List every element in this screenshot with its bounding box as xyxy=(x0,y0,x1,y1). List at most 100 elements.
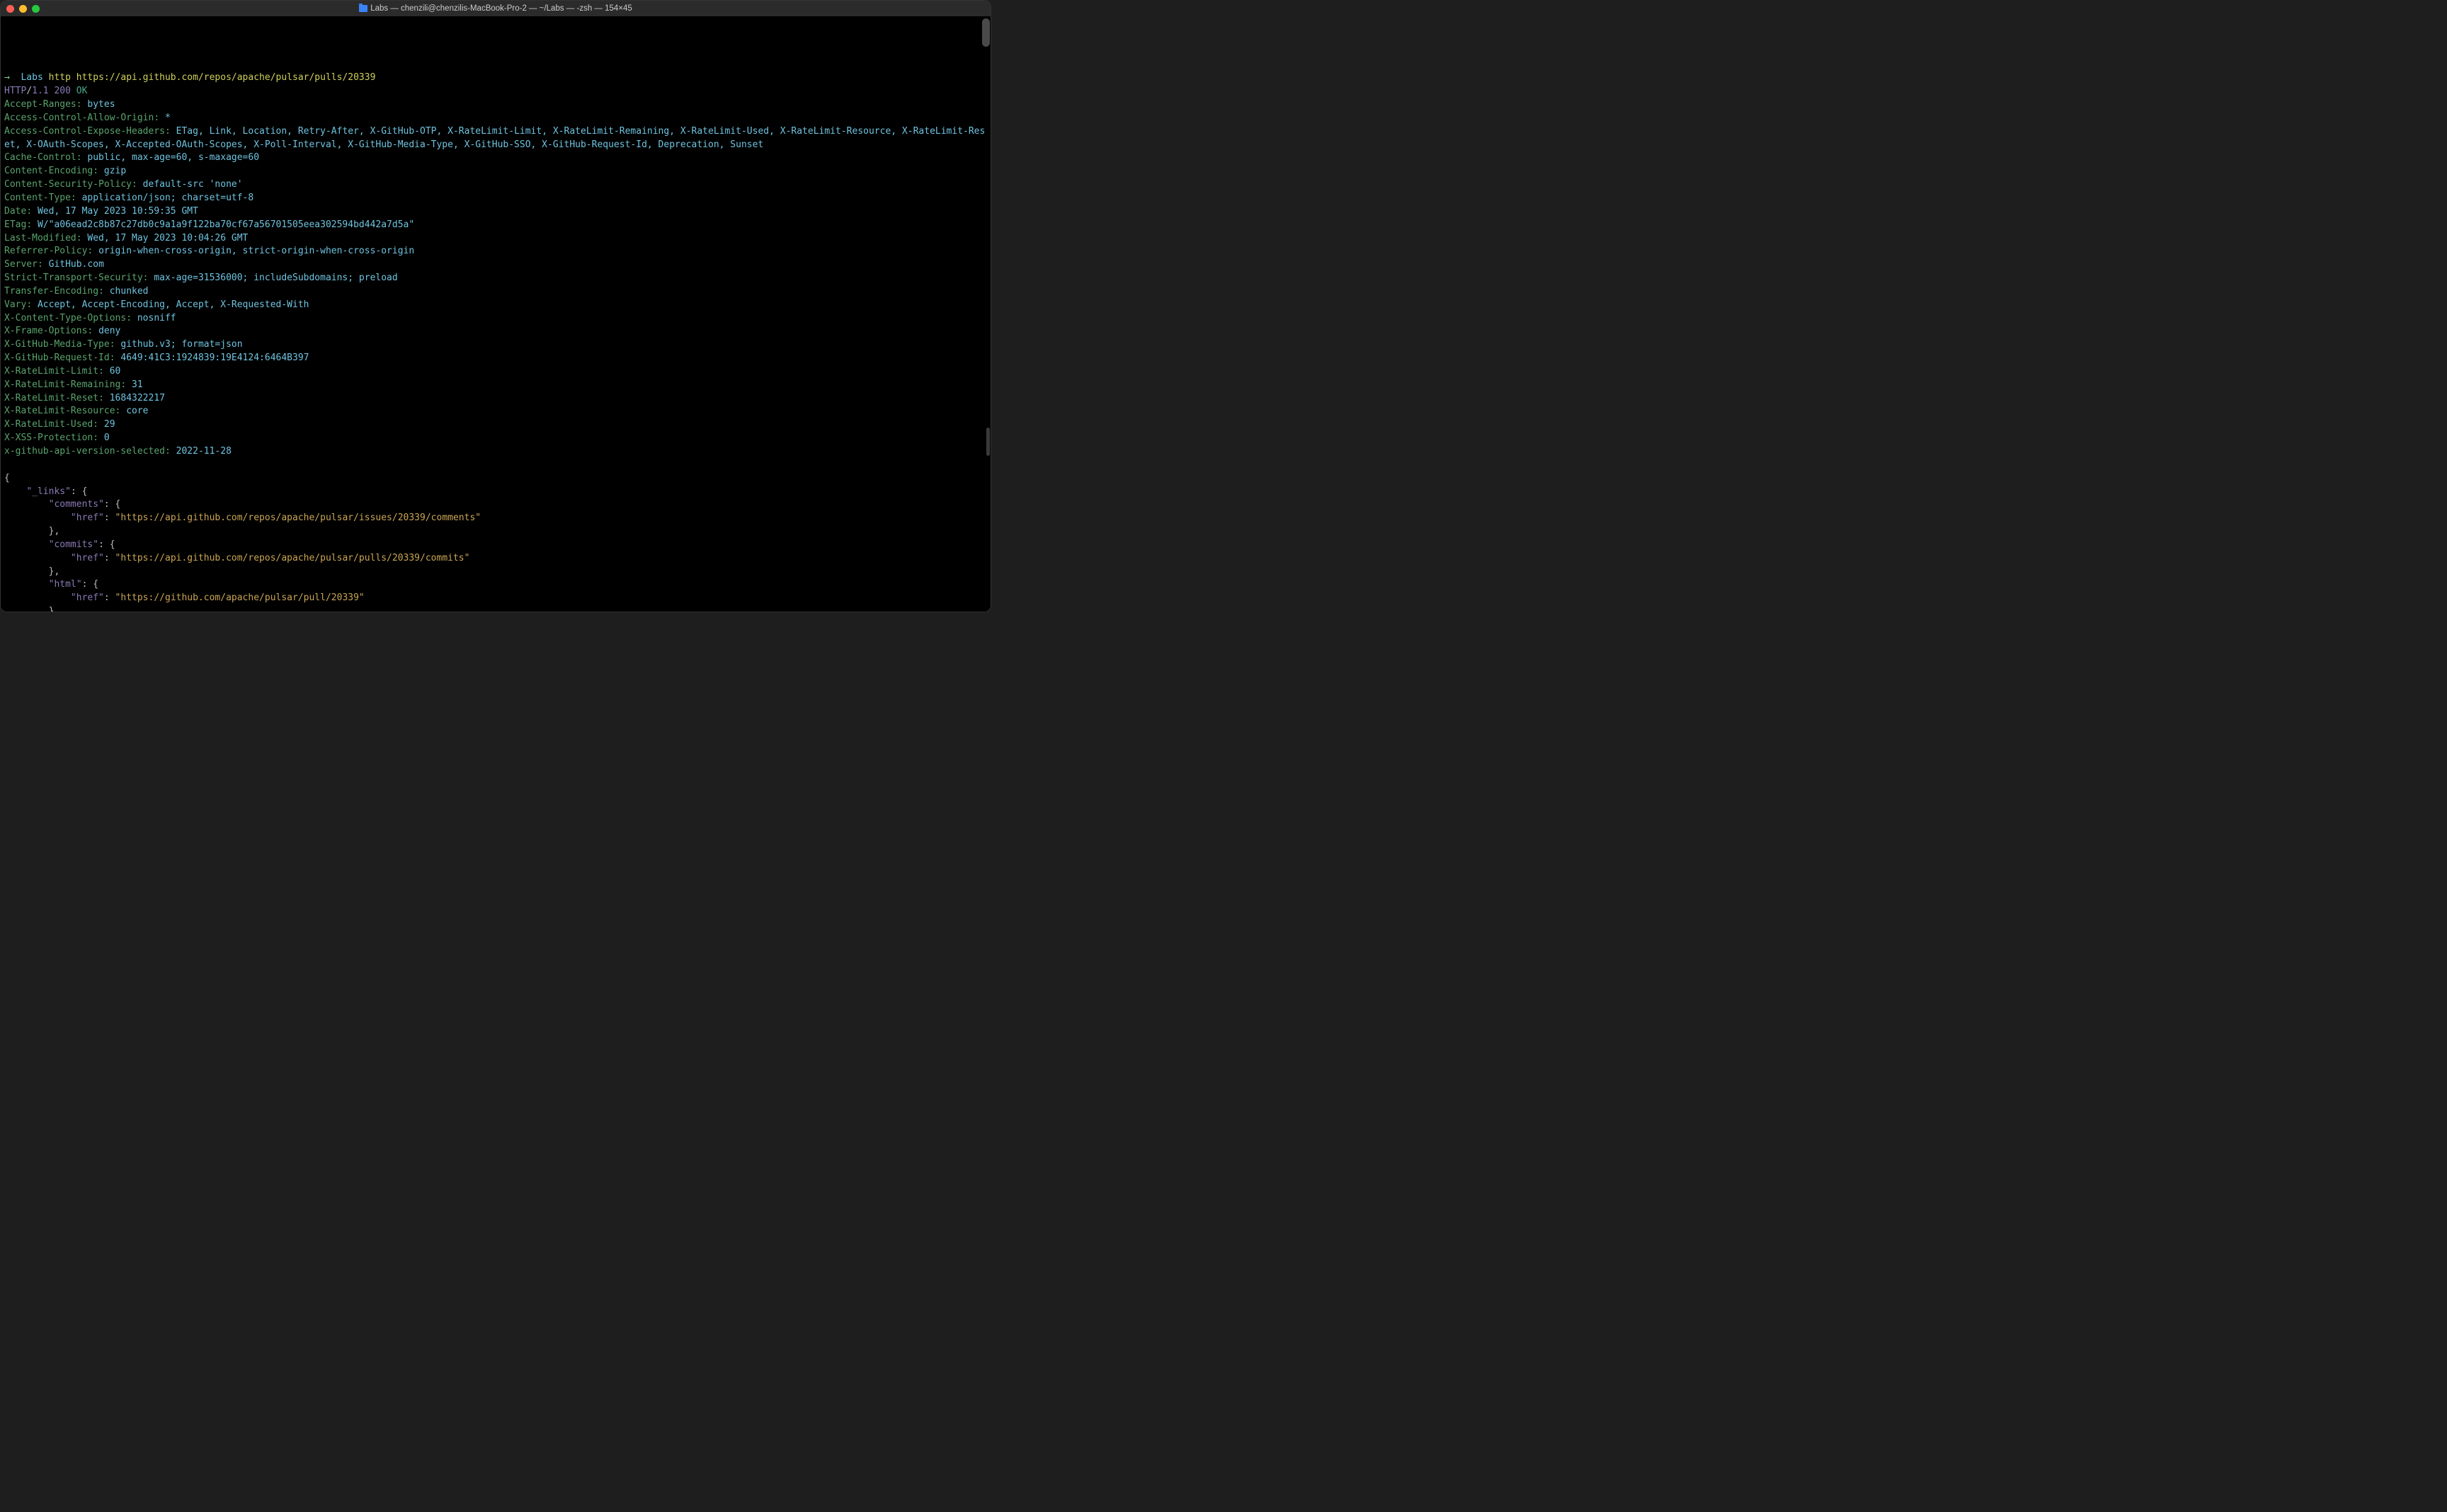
scrollbar-thumb-secondary[interactable] xyxy=(986,428,990,456)
header-line: Accept-Ranges: bytes xyxy=(4,98,988,112)
header-key: X-Frame-Options xyxy=(4,326,87,336)
header-line: Content-Encoding: gzip xyxy=(4,165,988,178)
header-value: gzip xyxy=(104,166,126,176)
header-value: GitHub.com xyxy=(49,259,104,270)
header-key: Content-Type xyxy=(4,193,71,203)
header-key: X-RateLimit-Resource xyxy=(4,406,115,416)
header-line: Referrer-Policy: origin-when-cross-origi… xyxy=(4,245,988,258)
json-key: "commits" xyxy=(49,539,98,550)
blank-line xyxy=(4,459,988,472)
header-value: nosniff xyxy=(137,313,176,323)
scrollbar-thumb[interactable] xyxy=(982,18,990,47)
header-line: Server: GitHub.com xyxy=(4,258,988,272)
header-value: bytes xyxy=(87,99,115,110)
json-line: }, xyxy=(4,525,988,539)
status-text: OK xyxy=(76,86,88,96)
header-line: X-RateLimit-Used: 29 xyxy=(4,418,988,432)
header-key: X-RateLimit-Reset xyxy=(4,393,98,403)
header-key: Strict-Transport-Security xyxy=(4,273,143,283)
header-value: 31 xyxy=(132,379,143,390)
header-value: core xyxy=(126,406,148,416)
prompt-line: → Labs http https://api.github.com/repos… xyxy=(4,71,988,85)
header-key: Content-Encoding xyxy=(4,166,93,176)
json-string-href: "https://api.github.com/repos/apache/pul… xyxy=(115,553,470,563)
header-line: Transfer-Encoding: chunked xyxy=(4,285,988,299)
header-key: Date xyxy=(4,206,26,217)
header-line: Last-Modified: Wed, 17 May 2023 10:04:26… xyxy=(4,232,988,246)
header-key: x-github-api-version-selected xyxy=(4,446,165,457)
json-key-href: "href" xyxy=(71,512,104,523)
header-key: X-Content-Type-Options xyxy=(4,313,126,323)
terminal-window: Labs — chenzili@chenzilis-MacBook-Pro-2 … xyxy=(0,0,991,612)
header-value: chunked xyxy=(110,286,149,297)
header-line: Cache-Control: public, max-age=60, s-max… xyxy=(4,151,988,165)
header-value: 0 xyxy=(104,433,110,443)
header-line: x-github-api-version-selected: 2022-11-2… xyxy=(4,445,988,459)
window-titlebar[interactable]: Labs — chenzili@chenzilis-MacBook-Pro-2 … xyxy=(1,1,991,16)
json-line: "href": "https://api.github.com/repos/ap… xyxy=(4,552,988,566)
header-key: Access-Control-Expose-Headers xyxy=(4,126,165,137)
maximize-button[interactable] xyxy=(32,5,40,13)
header-value: 1684322217 xyxy=(110,393,165,403)
header-value: Accept, Accept-Encoding, Accept, X-Reque… xyxy=(38,299,309,310)
header-value: 2022-11-28 xyxy=(176,446,232,457)
header-value: max-age=31536000; includeSubdomains; pre… xyxy=(154,273,397,283)
json-line: "href": "https://api.github.com/repos/ap… xyxy=(4,512,988,525)
header-line: X-RateLimit-Remaining: 31 xyxy=(4,379,988,392)
json-key-links: "_links" xyxy=(26,486,71,497)
json-line: "comments": { xyxy=(4,498,988,512)
header-key: Transfer-Encoding xyxy=(4,286,98,297)
json-key-href: "href" xyxy=(71,553,104,563)
header-key: X-GitHub-Media-Type xyxy=(4,339,110,350)
header-value: 4649:41C3:1924839:19E4124:6464B397 xyxy=(120,353,309,363)
header-key: X-GitHub-Request-Id xyxy=(4,353,110,363)
header-value: application/json; charset=utf-8 xyxy=(82,193,254,203)
header-value: deny xyxy=(98,326,120,336)
header-line: ETag: W/"a06ead2c8b87c27db0c9a1a9f122ba7… xyxy=(4,219,988,232)
header-value: github.v3; format=json xyxy=(120,339,242,350)
header-value: W/"a06ead2c8b87c27db0c9a1a9f122ba70cf67a… xyxy=(38,219,414,230)
header-value: Wed, 17 May 2023 10:59:35 GMT xyxy=(38,206,198,217)
header-value: Wed, 17 May 2023 10:04:26 GMT xyxy=(87,233,248,244)
header-key: Server xyxy=(4,259,38,270)
header-key: Content-Security-Policy xyxy=(4,179,132,190)
header-value: 29 xyxy=(104,419,115,430)
json-string-href: "https://github.com/apache/pulsar/pull/2… xyxy=(115,592,365,603)
header-line: Access-Control-Allow-Origin: * xyxy=(4,112,988,125)
header-key: Access-Control-Allow-Origin xyxy=(4,113,154,123)
header-value: public, max-age=60, s-maxage=60 xyxy=(87,152,259,163)
header-key: X-RateLimit-Used xyxy=(4,419,93,430)
header-key: X-XSS-Protection xyxy=(4,433,93,443)
header-line: Date: Wed, 17 May 2023 10:59:35 GMT xyxy=(4,205,988,219)
window-title: Labs — chenzili@chenzilis-MacBook-Pro-2 … xyxy=(1,3,991,15)
status-proto: HTTP xyxy=(4,86,26,96)
traffic-lights xyxy=(6,5,40,13)
json-line: }, xyxy=(4,605,988,612)
json-line: "html": { xyxy=(4,578,988,592)
header-key: Vary xyxy=(4,299,26,310)
header-line: Content-Security-Policy: default-src 'no… xyxy=(4,178,988,192)
terminal-body[interactable]: → Labs http https://api.github.com/repos… xyxy=(1,16,991,612)
header-key: X-RateLimit-Limit xyxy=(4,366,98,377)
prompt-arrow: → xyxy=(4,72,21,83)
header-key: Last-Modified xyxy=(4,233,76,244)
header-line: X-Content-Type-Options: nosniff xyxy=(4,312,988,326)
prompt-command: http https://api.github.com/repos/apache… xyxy=(49,72,376,83)
header-value: * xyxy=(165,113,171,123)
header-line: X-RateLimit-Reset: 1684322217 xyxy=(4,392,988,406)
json-open-brace: { xyxy=(4,473,10,483)
header-value: 60 xyxy=(110,366,121,377)
json-line: "_links": { xyxy=(4,486,988,499)
header-line: Content-Type: application/json; charset=… xyxy=(4,192,988,205)
header-key: Cache-Control xyxy=(4,152,76,163)
status-code: 200 xyxy=(54,86,76,96)
header-line: Access-Control-Expose-Headers: ETag, Lin… xyxy=(4,125,988,152)
header-line: X-RateLimit-Resource: core xyxy=(4,405,988,418)
header-line: Strict-Transport-Security: max-age=31536… xyxy=(4,272,988,285)
close-button[interactable] xyxy=(6,5,14,13)
json-line: "href": "https://github.com/apache/pulsa… xyxy=(4,592,988,605)
minimize-button[interactable] xyxy=(19,5,27,13)
json-key: "comments" xyxy=(49,499,104,510)
header-line: X-Frame-Options: deny xyxy=(4,325,988,338)
header-key: X-RateLimit-Remaining xyxy=(4,379,120,390)
